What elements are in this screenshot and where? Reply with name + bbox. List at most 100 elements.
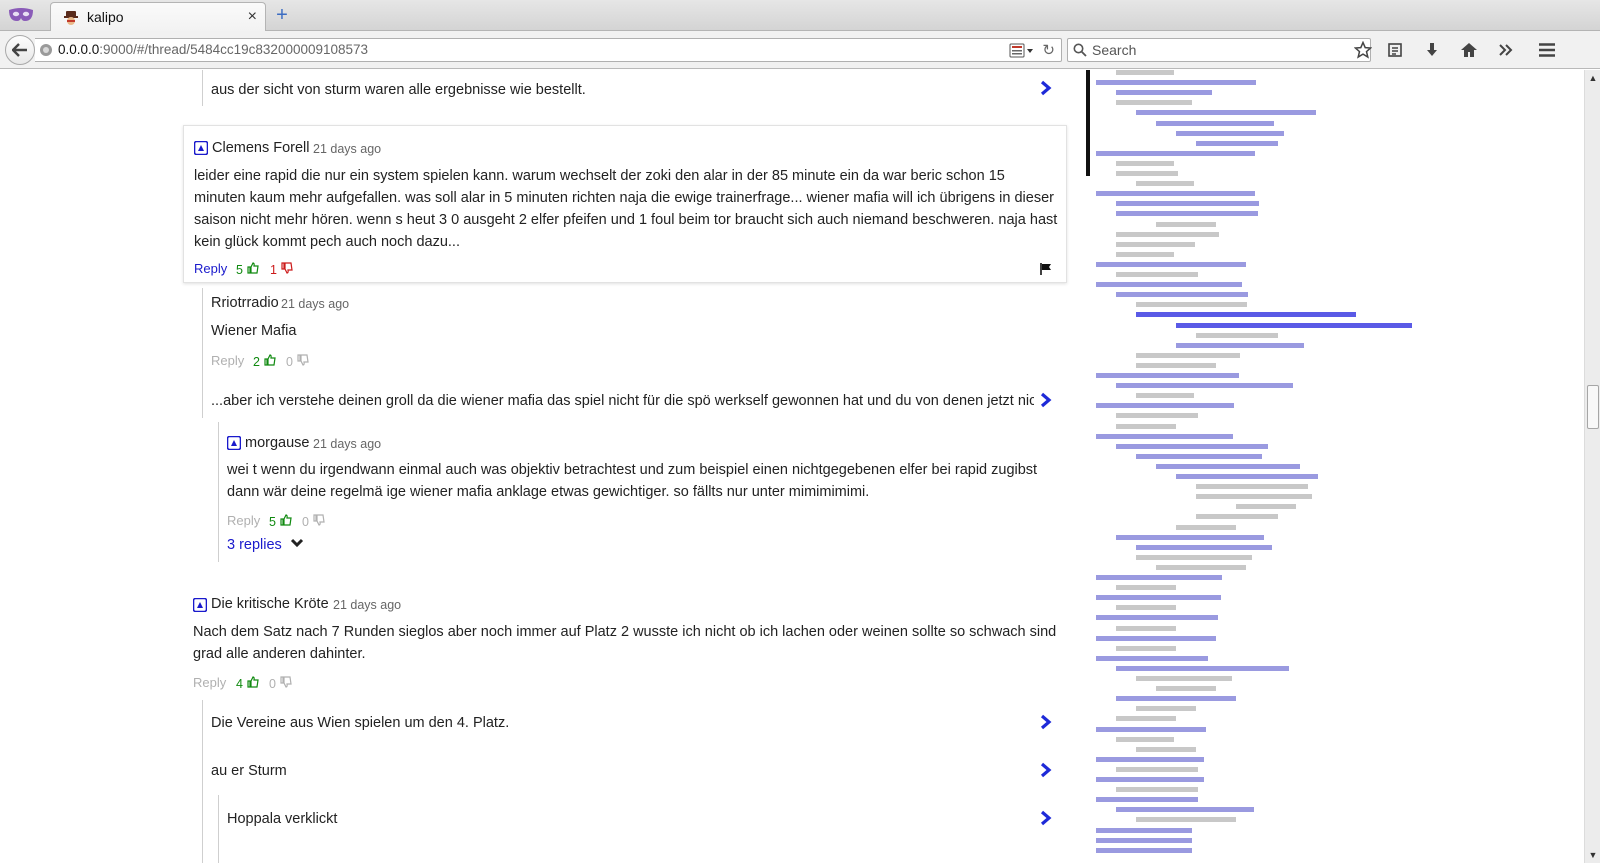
url-text[interactable]: 0.0.0.0:9000/#/thread/5484cc19c832000009… bbox=[58, 42, 368, 57]
minimap-bar[interactable] bbox=[1096, 191, 1255, 196]
minimap-bar[interactable] bbox=[1096, 848, 1192, 853]
minimap-bar[interactable] bbox=[1136, 363, 1216, 368]
minimap-bar[interactable] bbox=[1116, 272, 1198, 277]
minimap-bar[interactable] bbox=[1116, 666, 1289, 671]
minimap-bar[interactable] bbox=[1116, 535, 1264, 540]
browser-tab[interactable]: kalipo × bbox=[50, 2, 266, 32]
dislike-button[interactable]: 0 bbox=[286, 353, 310, 371]
minimap-bar[interactable] bbox=[1136, 181, 1194, 186]
minimap-bar[interactable] bbox=[1116, 90, 1212, 95]
minimap-bar[interactable] bbox=[1116, 171, 1178, 176]
downloads-arrow-icon[interactable] bbox=[1422, 40, 1442, 60]
minimap-bar[interactable] bbox=[1136, 747, 1196, 752]
minimap-bar[interactable] bbox=[1116, 252, 1174, 257]
minimap-bar[interactable] bbox=[1116, 605, 1176, 610]
minimap-bar[interactable] bbox=[1136, 676, 1232, 681]
search-input[interactable] bbox=[1092, 41, 1362, 59]
minimap-bar[interactable] bbox=[1176, 343, 1304, 348]
thread-minimap[interactable] bbox=[1096, 70, 1576, 863]
minimap-bar[interactable] bbox=[1096, 727, 1206, 732]
minimap-bar[interactable] bbox=[1116, 232, 1219, 237]
minimap-bar[interactable] bbox=[1176, 474, 1318, 479]
reply-button[interactable]: Reply bbox=[193, 675, 226, 690]
minimap-bar[interactable] bbox=[1176, 525, 1236, 530]
minimap-bar[interactable] bbox=[1096, 434, 1233, 439]
minimap-bar[interactable] bbox=[1156, 565, 1246, 570]
minimap-bar[interactable] bbox=[1116, 716, 1176, 721]
reply-button[interactable]: Reply bbox=[194, 261, 227, 276]
minimap-bar[interactable] bbox=[1156, 121, 1274, 126]
minimap-bar[interactable] bbox=[1116, 242, 1195, 247]
vertical-scrollbar[interactable]: ▲ ▼ bbox=[1584, 70, 1600, 863]
hamburger-menu-icon[interactable] bbox=[1537, 40, 1557, 60]
minimap-bar[interactable] bbox=[1116, 767, 1198, 772]
collapsed-comment-text[interactable]: au er Sturm bbox=[211, 760, 287, 782]
minimap-bar[interactable] bbox=[1136, 353, 1240, 358]
url-bar[interactable]: 0.0.0.0:9000/#/thread/5484cc19c832000009… bbox=[35, 38, 1062, 62]
minimap-bar[interactable] bbox=[1116, 585, 1176, 590]
minimap-bar[interactable] bbox=[1116, 444, 1268, 449]
minimap-bar[interactable] bbox=[1096, 262, 1246, 267]
like-button[interactable]: 5 bbox=[269, 513, 293, 531]
minimap-bar[interactable] bbox=[1116, 737, 1174, 742]
new-tab-plus-icon[interactable]: + bbox=[272, 5, 292, 25]
minimap-bar[interactable] bbox=[1196, 484, 1308, 489]
reply-button[interactable]: Reply bbox=[211, 353, 244, 368]
minimap-bar[interactable] bbox=[1096, 373, 1239, 378]
like-button[interactable]: 5 bbox=[236, 261, 260, 279]
minimap-bar[interactable] bbox=[1116, 292, 1248, 297]
dislike-button[interactable]: 0 bbox=[302, 513, 326, 531]
minimap-bar[interactable] bbox=[1136, 545, 1272, 550]
minimap-bar[interactable] bbox=[1096, 656, 1208, 661]
minimap-bar[interactable] bbox=[1116, 100, 1192, 105]
minimap-bar[interactable] bbox=[1096, 595, 1221, 600]
minimap-bar[interactable] bbox=[1096, 151, 1255, 156]
minimap-bar[interactable] bbox=[1136, 110, 1316, 115]
minimap-bar[interactable] bbox=[1136, 302, 1247, 307]
reader-feed-icon[interactable] bbox=[1009, 43, 1035, 58]
minimap-viewport-indicator[interactable] bbox=[1086, 70, 1090, 176]
minimap-bar[interactable] bbox=[1116, 201, 1259, 206]
site-info-globe-icon[interactable] bbox=[39, 43, 53, 57]
minimap-bar[interactable] bbox=[1116, 696, 1236, 701]
minimap-bar[interactable] bbox=[1096, 757, 1204, 762]
comment-author[interactable]: Die kritische Kröte bbox=[211, 596, 329, 612]
minimap-bar[interactable] bbox=[1116, 424, 1176, 429]
minimap-bar[interactable] bbox=[1236, 504, 1296, 509]
minimap-bar[interactable] bbox=[1136, 817, 1236, 822]
search-bar[interactable] bbox=[1067, 38, 1371, 62]
comment-author[interactable]: Clemens Forell bbox=[212, 140, 310, 156]
minimap-bar[interactable] bbox=[1096, 797, 1198, 802]
minimap-bar[interactable] bbox=[1096, 615, 1218, 620]
collapsed-comment-text[interactable]: ...aber ich verstehe deinen groll da die… bbox=[211, 390, 1034, 412]
minimap-bar[interactable] bbox=[1096, 80, 1256, 85]
bookmark-star-icon[interactable] bbox=[1353, 40, 1373, 60]
comment-author[interactable]: morgause bbox=[245, 435, 309, 451]
minimap-bar[interactable] bbox=[1116, 211, 1258, 216]
minimap-bar[interactable] bbox=[1116, 413, 1198, 418]
minimap-bar[interactable] bbox=[1096, 636, 1216, 641]
expand-chevron-icon[interactable] bbox=[1040, 810, 1052, 830]
expand-chevron-icon[interactable] bbox=[1040, 392, 1052, 412]
reply-button[interactable]: Reply bbox=[227, 513, 260, 528]
minimap-bar[interactable] bbox=[1136, 706, 1196, 711]
collapsed-comment-text[interactable]: Die Vereine aus Wien spielen um den 4. P… bbox=[211, 712, 509, 734]
minimap-bar[interactable] bbox=[1156, 686, 1216, 691]
home-icon[interactable] bbox=[1459, 40, 1479, 60]
minimap-bar[interactable] bbox=[1136, 454, 1262, 459]
scrollbar-thumb[interactable] bbox=[1587, 385, 1599, 429]
expand-chevron-icon[interactable] bbox=[1040, 80, 1052, 100]
minimap-bar[interactable] bbox=[1116, 646, 1176, 651]
scroll-up-arrow-icon[interactable]: ▲ bbox=[1587, 72, 1599, 84]
minimap-bar[interactable] bbox=[1196, 141, 1278, 146]
reload-icon[interactable]: ↻ bbox=[1042, 41, 1055, 59]
minimap-bar[interactable] bbox=[1136, 393, 1194, 398]
minimap-bar[interactable] bbox=[1156, 222, 1216, 227]
minimap-bar[interactable] bbox=[1196, 514, 1278, 519]
expand-chevron-icon[interactable] bbox=[1040, 762, 1052, 782]
minimap-bar[interactable] bbox=[1156, 464, 1300, 469]
minimap-bar[interactable] bbox=[1096, 282, 1242, 287]
collapsed-comment-text[interactable]: aus der sicht von sturm waren alle ergeb… bbox=[211, 79, 586, 101]
dislike-button[interactable]: 0 bbox=[269, 675, 293, 693]
minimap-bar[interactable] bbox=[1116, 161, 1174, 166]
